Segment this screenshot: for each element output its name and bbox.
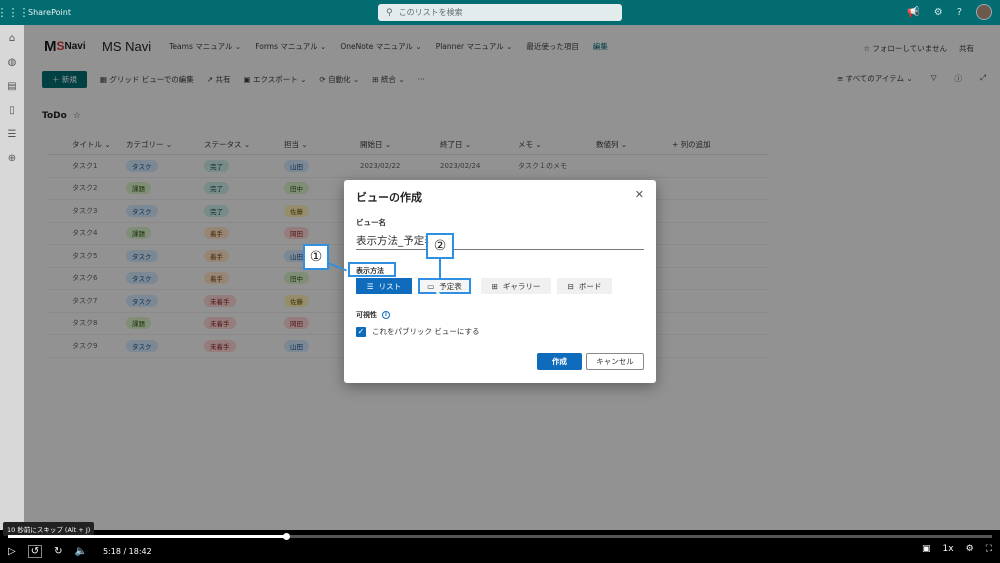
callout-two: ② xyxy=(426,233,454,259)
suite-actions: 📢 ⚙ ? xyxy=(907,4,992,20)
dialog-title: ビューの作成 xyxy=(356,191,422,204)
view-type-board-button[interactable]: ⊟ ボード xyxy=(557,278,612,294)
skip-back-icon[interactable]: ↺ xyxy=(27,545,43,558)
skip-tooltip: 10 秒前にスキップ (Alt + J) xyxy=(3,522,95,536)
callout-two-connector xyxy=(439,258,441,278)
suite-app-name[interactable]: SharePoint xyxy=(28,8,71,17)
view-type-list-button[interactable]: ☰ リスト xyxy=(356,278,412,294)
globe-icon[interactable]: ◍ xyxy=(8,57,17,68)
search-placeholder: このリストを検索 xyxy=(398,8,463,17)
document-icon[interactable]: ▯ xyxy=(9,105,15,116)
view-type-calendar-button[interactable]: ▭ 予定表 xyxy=(418,278,471,294)
play-icon[interactable]: ▷ xyxy=(8,546,16,557)
gallery-icon: ⊞ xyxy=(491,281,498,291)
gear-icon[interactable]: ⚙ xyxy=(934,7,943,18)
video-progress-fill xyxy=(8,535,287,538)
search-box[interactable]: ⚲ このリストを検索 xyxy=(378,4,622,21)
add-icon[interactable]: ⊕ xyxy=(8,153,16,164)
board-icon: ⊟ xyxy=(567,281,574,291)
playback-speed[interactable]: 1x xyxy=(943,544,954,554)
left-rail: ⌂ ◍ ▤ ▯ ☰ ⊕ xyxy=(0,25,24,530)
captions-icon[interactable]: ▣ xyxy=(922,544,931,554)
suite-bar: ⋮⋮⋮ SharePoint ⚲ このリストを検索 📢 ⚙ ? xyxy=(0,0,1000,25)
info-icon[interactable]: i xyxy=(382,311,390,319)
home-icon[interactable]: ⌂ xyxy=(9,33,15,44)
view-name-label: ビュー名 xyxy=(356,218,386,227)
public-view-option[interactable]: ✓ これをパブリック ビューにする xyxy=(356,326,479,337)
skip-forward-icon[interactable]: ↻ xyxy=(54,546,62,557)
public-view-checkbox[interactable]: ✓ xyxy=(356,326,366,337)
visibility-label: 可視性 i xyxy=(356,310,390,320)
database-icon[interactable]: ☰ xyxy=(8,129,17,140)
close-icon[interactable]: ✕ xyxy=(635,188,644,201)
view-type-gallery-button[interactable]: ⊞ ギャラリー xyxy=(481,278,551,294)
video-time: 5:18 / 18:42 xyxy=(102,547,152,556)
video-progress-knob[interactable] xyxy=(283,533,291,540)
news-icon[interactable]: ▤ xyxy=(7,81,16,92)
app-launcher-icon[interactable]: ⋮⋮⋮ xyxy=(0,0,30,25)
megaphone-icon[interactable]: 📢 xyxy=(907,7,919,18)
video-controls-right: ▣ 1x ⚙ ⛶ xyxy=(922,544,992,554)
search-icon: ⚲ xyxy=(386,7,393,18)
view-type-group: ☰ リスト ▭ 予定表 ⊞ ギャラリー ⊟ ボード xyxy=(356,278,612,294)
video-progress-bar[interactable] xyxy=(8,533,992,540)
callout-one: ① xyxy=(303,244,329,270)
create-button[interactable]: 作成 xyxy=(537,353,582,370)
public-view-label: これをパブリック ビューにする xyxy=(372,327,480,336)
cancel-button[interactable]: キャンセル xyxy=(586,353,644,370)
avatar[interactable] xyxy=(976,4,992,20)
display-method-highlight xyxy=(348,262,396,277)
calendar-icon: ▭ xyxy=(427,281,435,291)
create-view-dialog: ビューの作成 ✕ ビュー名 表示方法 ☰ リスト ▭ 予定表 ⊞ ギャラリー ⊟… xyxy=(344,180,656,383)
view-name-input[interactable] xyxy=(356,232,644,250)
fullscreen-icon[interactable]: ⛶ xyxy=(986,544,992,554)
video-controls: ▷ ↺ ↻ 🔈 5:18 / 18:42 ▣ 1x ⚙ ⛶ xyxy=(0,540,1000,563)
list-icon: ☰ xyxy=(366,281,374,291)
help-icon[interactable]: ? xyxy=(957,7,962,18)
volume-icon[interactable]: 🔈 xyxy=(74,546,86,557)
settings-icon[interactable]: ⚙ xyxy=(966,544,974,554)
